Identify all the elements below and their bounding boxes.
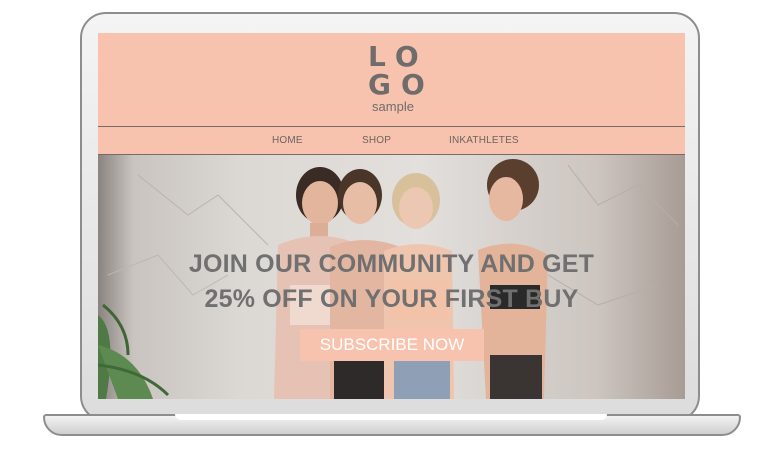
hero-headline: JOIN OUR COMMUNITY AND GET 25% OFF ON YO… <box>118 247 665 317</box>
nav-item-inkathletes[interactable]: INKATHLETES <box>449 135 519 146</box>
laptop-base-notch <box>175 414 607 420</box>
main-nav: HOME SHOP INKATHLETES <box>98 126 685 155</box>
site-header: LO GO sample <box>98 33 685 125</box>
laptop-screen: LO GO sample HOME SHOP INKATHLETES JOIN … <box>98 33 685 399</box>
logo[interactable]: LO GO sample <box>358 43 428 114</box>
subscribe-button[interactable]: SUBSCRIBE NOW <box>300 329 484 361</box>
nav-item-shop[interactable]: SHOP <box>362 135 391 146</box>
hero-banner: JOIN OUR COMMUNITY AND GET 25% OFF ON YO… <box>98 155 685 399</box>
logo-line-2: GO <box>368 68 435 101</box>
nav-item-home[interactable]: HOME <box>272 135 303 146</box>
hero-headline-line-2: 25% OFF ON YOUR FIRST BUY <box>204 285 579 313</box>
hero-headline-line-1: JOIN OUR COMMUNITY AND GET <box>188 250 595 278</box>
logo-tagline: sample <box>372 99 414 114</box>
logo-line-1: LO <box>368 40 429 73</box>
